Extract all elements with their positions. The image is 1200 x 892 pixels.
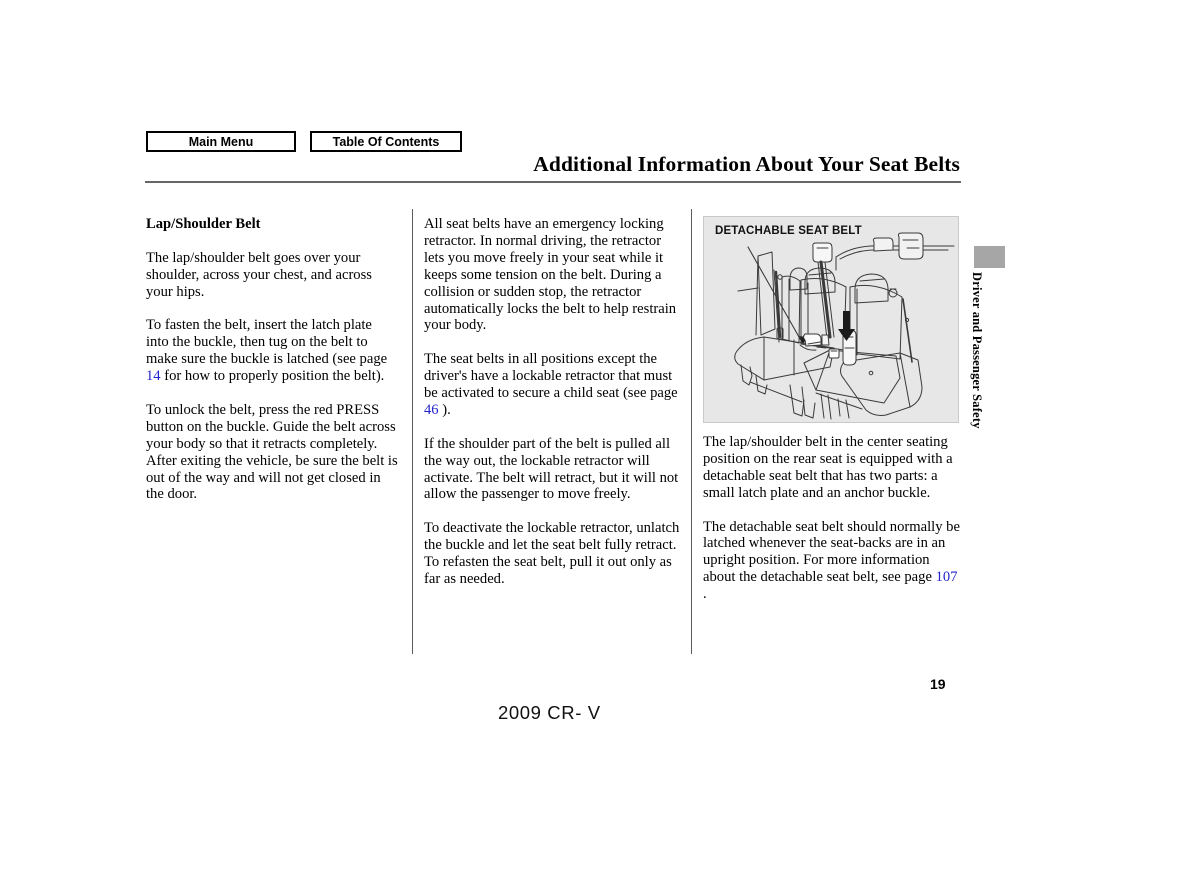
section-tab-marker bbox=[974, 246, 1005, 268]
title-divider-rule bbox=[145, 181, 961, 183]
column1-paragraph-1: The lap/shoulder belt goes over your sho… bbox=[146, 249, 372, 300]
column3-paragraph-2-text-before: The detachable seat belt should normally… bbox=[703, 518, 960, 586]
column-divider-2 bbox=[691, 209, 692, 654]
page-number: 19 bbox=[930, 676, 946, 692]
page-title: Additional Information About Your Seat B… bbox=[533, 152, 960, 176]
column2-paragraph-2: The seat belts in all positions except t… bbox=[424, 351, 682, 419]
column2-paragraph-2-text-before: The seat belts in all positions except t… bbox=[424, 351, 678, 402]
text-column-1: Lap/Shoulder Belt The lap/shoulder belt … bbox=[146, 216, 398, 503]
column2-paragraph-4: To deactivate the lockable retractor, un… bbox=[424, 520, 680, 587]
column1-heading: Lap/Shoulder Belt bbox=[146, 216, 261, 232]
text-column-3: The lap/shoulder belt in the center seat… bbox=[703, 434, 961, 603]
column1-paragraph-3: To unlock the belt, press the red PRESS … bbox=[146, 401, 398, 503]
column2-paragraph-2-text-after: ). bbox=[438, 401, 451, 418]
page-reference-107[interactable]: 107 bbox=[936, 569, 958, 585]
column3-paragraph-2-text-after: . bbox=[703, 586, 707, 603]
detachable-seat-belt-figure: DETACHABLE SEAT BELT bbox=[703, 216, 959, 423]
column2-paragraph-3: If the shoulder part of the belt is pull… bbox=[424, 435, 679, 503]
section-tab-label: Driver and Passenger Safety bbox=[970, 272, 984, 429]
text-column-2: All seat belts have an emergency locking… bbox=[424, 216, 682, 588]
main-menu-button[interactable]: Main Menu bbox=[146, 131, 296, 152]
manual-page: Main Menu Table Of Contents Additional I… bbox=[0, 0, 1200, 892]
column3-paragraph-2: The detachable seat belt should normally… bbox=[703, 519, 961, 604]
column2-paragraph-1: All seat belts have an emergency locking… bbox=[424, 216, 677, 334]
page-reference-14[interactable]: 14 bbox=[146, 368, 161, 384]
column1-paragraph-2-text-before: To fasten the belt, insert the latch pla… bbox=[146, 317, 388, 368]
footer-model-name: 2009 CR- V bbox=[498, 702, 601, 723]
rear-seat-line-drawing bbox=[734, 232, 955, 420]
column-divider-1 bbox=[412, 209, 413, 654]
column3-paragraph-1: The lap/shoulder belt in the center seat… bbox=[703, 434, 953, 501]
column1-paragraph-2-text-after: for how to properly position the belt). bbox=[160, 368, 385, 385]
table-of-contents-button[interactable]: Table Of Contents bbox=[310, 131, 462, 152]
figure-caption: DETACHABLE SEAT BELT bbox=[715, 225, 862, 237]
column1-paragraph-2: To fasten the belt, insert the latch pla… bbox=[146, 317, 398, 385]
page-reference-46[interactable]: 46 bbox=[424, 402, 439, 418]
